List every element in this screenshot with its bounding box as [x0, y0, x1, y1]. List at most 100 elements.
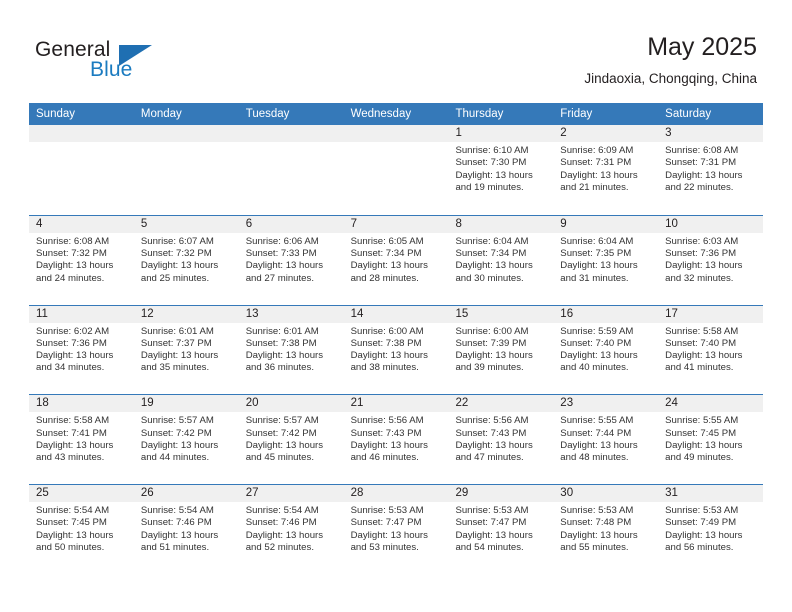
sunrise-text: Sunrise: 5:57 AM: [245, 415, 319, 427]
daylight-text-line1: Daylight: 13 hours: [455, 169, 533, 181]
day-number: 1: [448, 125, 554, 142]
sunset-text: Sunset: 7:49 PM: [665, 517, 737, 529]
calendar-day-cell[interactable]: 1 Sunrise: 6:10 AM Sunset: 7:30 PM Daylight…: [448, 125, 554, 215]
sunset-text: Sunset: 7:32 PM: [140, 248, 212, 260]
sunset-text: Sunset: 7:30 PM: [455, 157, 527, 169]
sunrise-text: Sunrise: 6:10 AM: [455, 145, 529, 156]
calendar-day-cell[interactable]: 23 Sunrise: 5:55 AM Sunset: 7:44 PM Dayligh…: [553, 395, 659, 485]
calendar-day-cell[interactable]: 22 Sunrise: 5:56 AM Sunset: 7:43 PM Dayligh…: [448, 395, 554, 485]
day-sun-info: Sunrise: 6:01 AM Sunset: 7:38 PM Daylight:…: [239, 323, 344, 375]
day-number: 10: [658, 215, 764, 233]
calendar-day-cell[interactable]: 7 Sunrise: 6:05 AM Sunset: 7:34 PM Daylight…: [343, 215, 449, 305]
day-sun-info: Sunrise: 5:55 AM Sunset: 7:44 PM Daylight:…: [553, 412, 658, 464]
calendar-day-cell[interactable]: 6 Sunrise: 6:06 AM Sunset: 7:33 PM Daylight…: [238, 215, 344, 305]
day-sun-info: Sunrise: 5:54 AM Sunset: 7:46 PM Daylight:…: [239, 502, 344, 554]
calendar-day-cell[interactable]: 28 Sunrise: 5:53 AM Sunset: 7:47 PM Dayligh…: [343, 485, 449, 574]
daylight-text-line1: Daylight: 13 hours: [560, 439, 638, 451]
daylight-text-line2: and 43 minutes.: [36, 452, 105, 464]
calendar-day-cell[interactable]: 4 Sunrise: 6:08 AM Sunset: 7:32 PM Daylight…: [29, 215, 134, 305]
calendar-day-cell[interactable]: 31 Sunrise: 5:53 AM Sunset: 7:49 PM Dayligh…: [658, 485, 764, 574]
daylight-text-line1: Daylight: 13 hours: [245, 439, 324, 451]
calendar-day-cell[interactable]: 27 Sunrise: 5:54 AM Sunset: 7:46 PM Dayligh…: [238, 485, 344, 574]
daylight-text-line2: and 21 minutes.: [560, 181, 629, 193]
sunrise-text: Sunrise: 5:54 AM: [245, 505, 319, 517]
calendar-day-cell[interactable]: 15 Sunrise: 6:00 AM Sunset: 7:39 PM Dayligh…: [448, 305, 554, 395]
sunrise-text: Sunrise: 5:56 AM: [455, 415, 529, 427]
sunrise-text: Sunrise: 6:07 AM: [140, 235, 214, 247]
calendar-day-cell[interactable]: 5 Sunrise: 6:07 AM Sunset: 7:32 PM Daylight…: [133, 215, 239, 305]
calendar-day-cell[interactable]: 12 Sunrise: 6:01 AM Sunset: 7:37 PM Dayligh…: [133, 305, 239, 395]
sunset-text: Sunset: 7:46 PM: [245, 517, 317, 529]
calendar-day-cell[interactable]: 17 Sunrise: 5:58 AM Sunset: 7:40 PM Dayligh…: [658, 305, 764, 395]
day-sun-info: Sunrise: 6:04 AM Sunset: 7:34 PM Daylight:…: [448, 233, 553, 285]
calendar-day-cell[interactable]: 25 Sunrise: 5:54 AM Sunset: 7:45 PM Dayligh…: [29, 485, 134, 574]
day-number: 9: [553, 215, 659, 233]
daylight-text-line1: Daylight: 13 hours: [560, 529, 638, 541]
calendar-day-cell[interactable]: 21 Sunrise: 5:56 AM Sunset: 7:43 PM Dayligh…: [343, 395, 449, 485]
weekday-header-friday: Friday: [560, 108, 593, 120]
daylight-text-line2: and 41 minutes.: [665, 362, 734, 374]
daylight-text-line1: Daylight: 13 hours: [665, 169, 743, 181]
calendar-day-cell[interactable]: 24 Sunrise: 5:55 AM Sunset: 7:45 PM Dayligh…: [658, 395, 764, 485]
daylight-text-line1: Daylight: 13 hours: [245, 529, 324, 541]
calendar-day-cell[interactable]: 30 Sunrise: 5:53 AM Sunset: 7:48 PM Dayligh…: [553, 485, 659, 574]
day-sun-info: Sunrise: 6:08 AM Sunset: 7:31 PM Daylight:…: [658, 142, 763, 194]
calendar-day-cell[interactable]: 9 Sunrise: 6:04 AM Sunset: 7:35 PM Daylight…: [553, 215, 659, 305]
day-number: 2: [553, 125, 659, 142]
calendar-day-cell[interactable]: 18 Sunrise: 5:58 AM Sunset: 7:41 PM Dayligh…: [29, 395, 134, 485]
calendar-day-cell[interactable]: 2 Sunrise: 6:09 AM Sunset: 7:31 PM Daylight…: [553, 125, 659, 215]
sunrise-text: Sunrise: 6:04 AM: [455, 235, 529, 247]
daylight-text-line2: and 34 minutes.: [36, 362, 105, 374]
daylight-text-line1: Daylight: 13 hours: [350, 260, 428, 272]
day-number: 8: [448, 215, 554, 233]
calendar-week-row: 1 Sunrise: 6:10 AM Sunset: 7:30 PM Daylight…: [29, 125, 764, 215]
daylight-text-line2: and 55 minutes.: [560, 542, 629, 554]
calendar-day-cell[interactable]: 11 Sunrise: 6:02 AM Sunset: 7:36 PM Dayligh…: [29, 305, 134, 395]
sunset-text: Sunset: 7:42 PM: [245, 427, 317, 439]
day-sun-info: Sunrise: 5:53 AM Sunset: 7:47 PM Daylight:…: [344, 502, 449, 554]
day-sun-info: Sunrise: 6:02 AM Sunset: 7:36 PM Daylight:…: [29, 323, 134, 375]
sunset-text: Sunset: 7:36 PM: [665, 248, 737, 260]
calendar-weeks: 1 Sunrise: 6:10 AM Sunset: 7:30 PM Daylight…: [29, 125, 764, 574]
page-subtitle: Jindaoxia, Chongqing, China: [584, 71, 757, 86]
calendar-day-cell[interactable]: 26 Sunrise: 5:54 AM Sunset: 7:46 PM Dayligh…: [133, 485, 239, 574]
calendar-grid: Sunday Monday Tuesday Wednesday Thursday…: [29, 103, 764, 574]
calendar-day-cell[interactable]: 19 Sunrise: 5:57 AM Sunset: 7:42 PM Dayligh…: [133, 395, 239, 485]
daylight-text-line2: and 25 minutes.: [140, 272, 210, 284]
daylight-text-line1: Daylight: 13 hours: [455, 529, 533, 541]
daylight-text-line2: and 56 minutes.: [665, 542, 734, 554]
day-sun-info: Sunrise: 5:53 AM Sunset: 7:47 PM Daylight:…: [448, 502, 553, 554]
calendar-day-cell[interactable]: 8 Sunrise: 6:04 AM Sunset: 7:34 PM Daylight…: [448, 215, 554, 305]
calendar-day-cell[interactable]: 16 Sunrise: 5:59 AM Sunset: 7:40 PM Dayligh…: [553, 305, 659, 395]
daylight-text-line2: and 24 minutes.: [36, 272, 105, 284]
sunset-text: Sunset: 7:40 PM: [665, 337, 737, 349]
day-sun-info: Sunrise: 5:56 AM Sunset: 7:43 PM Daylight:…: [448, 412, 553, 464]
calendar-day-cell[interactable]: 3 Sunrise: 6:08 AM Sunset: 7:31 PM Daylight…: [658, 125, 764, 215]
weekday-header-wednesday: Wednesday: [350, 108, 412, 120]
calendar-day-cell[interactable]: 29 Sunrise: 5:53 AM Sunset: 7:47 PM Dayligh…: [448, 485, 554, 574]
daylight-text-line1: Daylight: 13 hours: [350, 439, 428, 451]
sunrise-text: Sunrise: 6:08 AM: [665, 145, 739, 156]
day-sun-info: Sunrise: 6:10 AM Sunset: 7:30 PM Daylight:…: [448, 142, 553, 194]
daylight-text-line2: and 30 minutes.: [455, 272, 524, 284]
calendar-day-cell[interactable]: 10 Sunrise: 6:03 AM Sunset: 7:36 PM Dayligh…: [658, 215, 764, 305]
day-number: 26: [133, 485, 239, 503]
sunrise-text: Sunrise: 6:01 AM: [140, 325, 214, 337]
sunrise-text: Sunrise: 5:55 AM: [560, 415, 634, 427]
daylight-text-line2: and 36 minutes.: [245, 362, 314, 374]
calendar-day-cell[interactable]: 14 Sunrise: 6:00 AM Sunset: 7:38 PM Dayligh…: [343, 305, 449, 395]
calendar-day-cell[interactable]: 13 Sunrise: 6:01 AM Sunset: 7:38 PM Dayligh…: [238, 305, 344, 395]
day-number: 17: [658, 305, 764, 323]
sunset-text: Sunset: 7:43 PM: [455, 427, 527, 439]
daylight-text-line2: and 48 minutes.: [560, 452, 629, 464]
brand-logo[interactable]: General Blue: [35, 38, 205, 88]
calendar-day-cell[interactable]: 20 Sunrise: 5:57 AM Sunset: 7:42 PM Dayligh…: [238, 395, 344, 485]
daylight-text-line1: Daylight: 13 hours: [455, 350, 533, 362]
day-number: 19: [133, 395, 239, 413]
title-block: May 2025 Jindaoxia, Chongqing, China: [584, 32, 757, 88]
sunrise-text: Sunrise: 6:03 AM: [665, 235, 739, 247]
day-number: 5: [133, 215, 239, 233]
day-sun-info: Sunrise: 6:08 AM Sunset: 7:32 PM Daylight:…: [29, 233, 134, 285]
day-number: 21: [343, 395, 449, 413]
daylight-text-line1: Daylight: 13 hours: [665, 260, 743, 272]
